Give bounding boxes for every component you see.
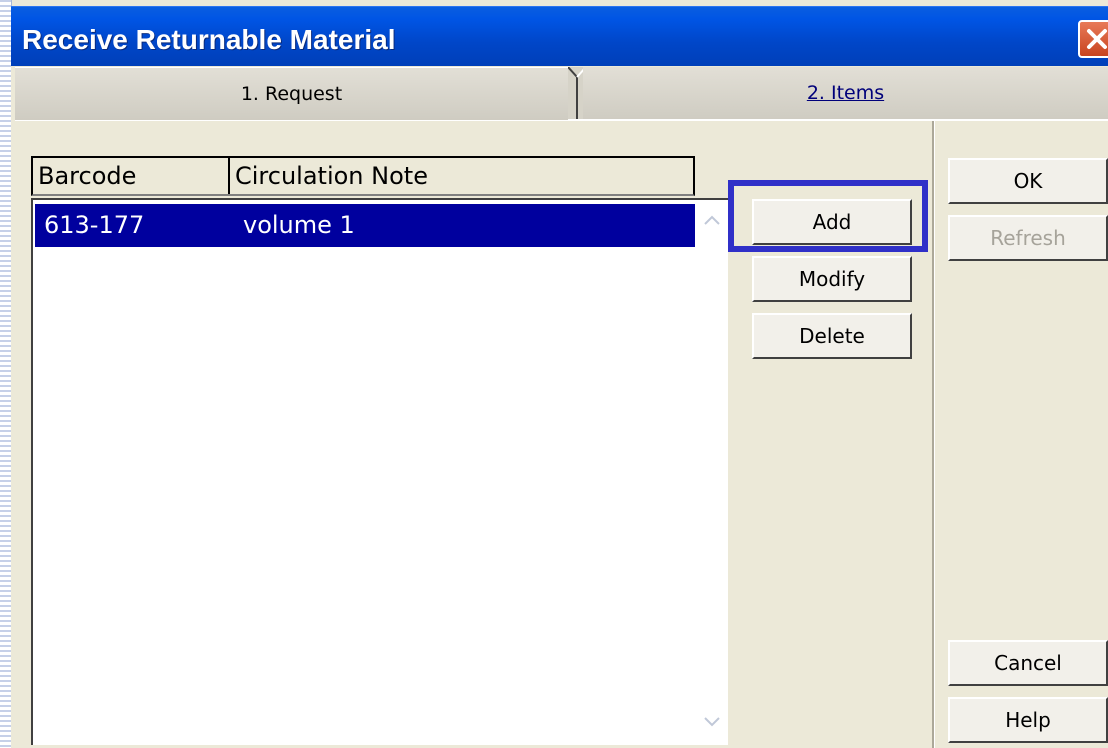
items-grid: 613-177 volume 1	[31, 198, 728, 745]
chevron-up-icon	[704, 215, 720, 225]
cell-barcode: 613-177	[44, 211, 145, 239]
window-title: Receive Returnable Material	[22, 24, 396, 55]
cell-circulation-note: volume 1	[243, 211, 355, 239]
tab-items[interactable]: 2. Items	[583, 67, 1108, 119]
column-header-circulation-note[interactable]: Circulation Note	[230, 158, 693, 194]
close-button[interactable]	[1078, 20, 1108, 58]
tab-request[interactable]: 1. Request	[15, 67, 568, 120]
cancel-button[interactable]: Cancel	[948, 640, 1108, 686]
chevron-down-icon	[704, 717, 720, 727]
highlight-annotation	[728, 180, 928, 252]
grid-header: Barcode Circulation Note	[31, 156, 695, 196]
table-row[interactable]: 613-177 volume 1	[35, 204, 695, 247]
scroll-down-button[interactable]	[697, 706, 727, 738]
close-icon	[1087, 29, 1107, 49]
title-bar: Receive Returnable Material	[11, 6, 1108, 67]
vertical-separator	[932, 121, 935, 748]
tab-bar: 1. Request 2. Items	[15, 67, 1108, 121]
scroll-up-button[interactable]	[697, 204, 727, 236]
modify-button[interactable]: Modify	[752, 256, 912, 302]
refresh-button[interactable]: Refresh	[948, 215, 1108, 261]
help-button[interactable]: Help	[948, 697, 1108, 743]
delete-button[interactable]: Delete	[752, 313, 912, 359]
column-header-barcode[interactable]: Barcode	[33, 158, 230, 194]
ok-button[interactable]: OK	[948, 158, 1108, 204]
